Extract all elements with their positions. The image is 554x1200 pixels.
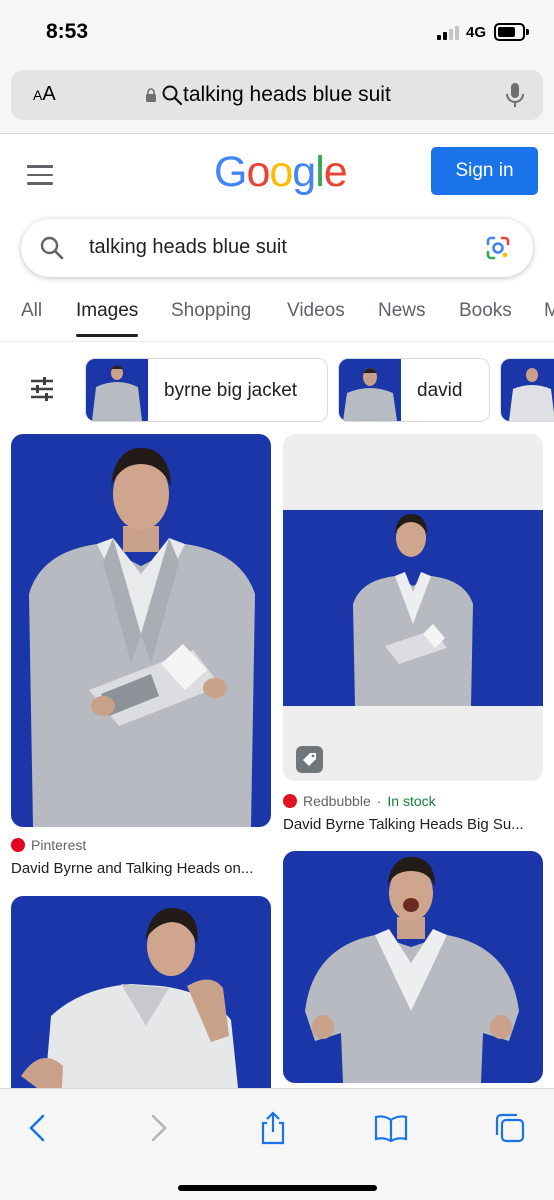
home-indicator (178, 1185, 377, 1191)
search-icon (162, 85, 183, 106)
chip-thumbnail (339, 359, 401, 421)
tab-shopping[interactable]: Shopping (171, 300, 251, 322)
status-bar: 8:53 4G (0, 0, 554, 62)
search-box[interactable]: talking heads blue suit (21, 219, 533, 277)
logo-letter: G (214, 148, 247, 196)
source-separator: · (376, 793, 382, 809)
result-photo (29, 448, 255, 827)
bookmarks-icon[interactable] (374, 1111, 408, 1145)
chip-thumbnail (501, 359, 554, 421)
logo-letter: l (315, 148, 325, 196)
result-image[interactable] (11, 896, 271, 1090)
tab-all[interactable]: All (21, 300, 42, 322)
google-lens-icon[interactable] (484, 234, 512, 262)
signal-icon (437, 25, 459, 40)
logo-letter: g (292, 148, 316, 196)
pinterest-icon (11, 838, 25, 852)
search-query[interactable]: talking heads blue suit (89, 236, 287, 259)
result-source[interactable]: Pinterest (11, 837, 86, 853)
search-icon[interactable] (39, 235, 65, 261)
result-photo (283, 510, 543, 706)
price-tag-icon (296, 746, 323, 773)
back-icon[interactable] (21, 1111, 55, 1145)
result-photo (21, 907, 239, 1090)
status-time: 8:53 (46, 20, 89, 43)
url-text: talking heads blue suit (183, 83, 391, 106)
tabs-icon[interactable] (493, 1111, 527, 1145)
logo-letter: o (246, 148, 270, 196)
chip-label: byrne big jacket (164, 380, 298, 401)
address-bar[interactable]: AA talking heads blue suit (11, 70, 543, 120)
chip-label: david (417, 380, 463, 401)
menu-icon[interactable] (27, 165, 53, 185)
share-icon[interactable] (256, 1111, 290, 1145)
google-logo[interactable]: Google (214, 148, 348, 197)
result-image-pinterest[interactable] (11, 434, 271, 827)
redbubble-icon (283, 794, 297, 808)
source-name: Pinterest (31, 837, 87, 853)
tab-images[interactable]: Images (76, 300, 139, 337)
refinement-chips: byrne big jacket david (0, 352, 554, 428)
result-image-redbubble[interactable] (283, 434, 543, 781)
result-photo (305, 857, 519, 1083)
chip-more[interactable] (500, 358, 554, 422)
network-type: 4G (466, 24, 487, 41)
result-title[interactable]: David Byrne and Talking Heads on... (11, 860, 253, 877)
chip-thumbnail (86, 359, 148, 421)
tab-books[interactable]: Books (459, 300, 512, 322)
result-source[interactable]: Redbubble · In stock (283, 793, 436, 809)
stock-status: In stock (387, 793, 436, 809)
battery-icon (494, 23, 529, 41)
logo-letter: e (323, 148, 348, 196)
text-size-button[interactable]: AA (33, 83, 56, 106)
tab-videos[interactable]: Videos (287, 300, 345, 322)
sign-in-button[interactable]: Sign in (431, 147, 538, 195)
tune-filter-icon[interactable] (28, 375, 56, 403)
microphone-icon[interactable] (504, 81, 526, 109)
google-header: Google Sign in (0, 135, 554, 215)
forward-icon[interactable] (141, 1111, 175, 1145)
search-tabs: All Images Shopping Videos News Books M (0, 290, 554, 342)
result-title[interactable]: David Byrne Talking Heads Big Su... (283, 816, 524, 833)
source-name: Redbubble (303, 793, 371, 809)
chip-david[interactable]: david (338, 358, 490, 422)
safari-toolbar (0, 1088, 554, 1200)
lock-icon (146, 88, 156, 102)
tab-news[interactable]: News (378, 300, 426, 322)
browser-address-area: AA talking heads blue suit (0, 62, 554, 134)
chip-byrne-big-jacket[interactable]: byrne big jacket (85, 358, 328, 422)
image-results: Pinterest David Byrne and Talking Heads … (0, 430, 554, 1090)
result-image[interactable] (283, 851, 543, 1083)
logo-letter: o (269, 148, 293, 196)
tab-more[interactable]: M (544, 300, 554, 322)
